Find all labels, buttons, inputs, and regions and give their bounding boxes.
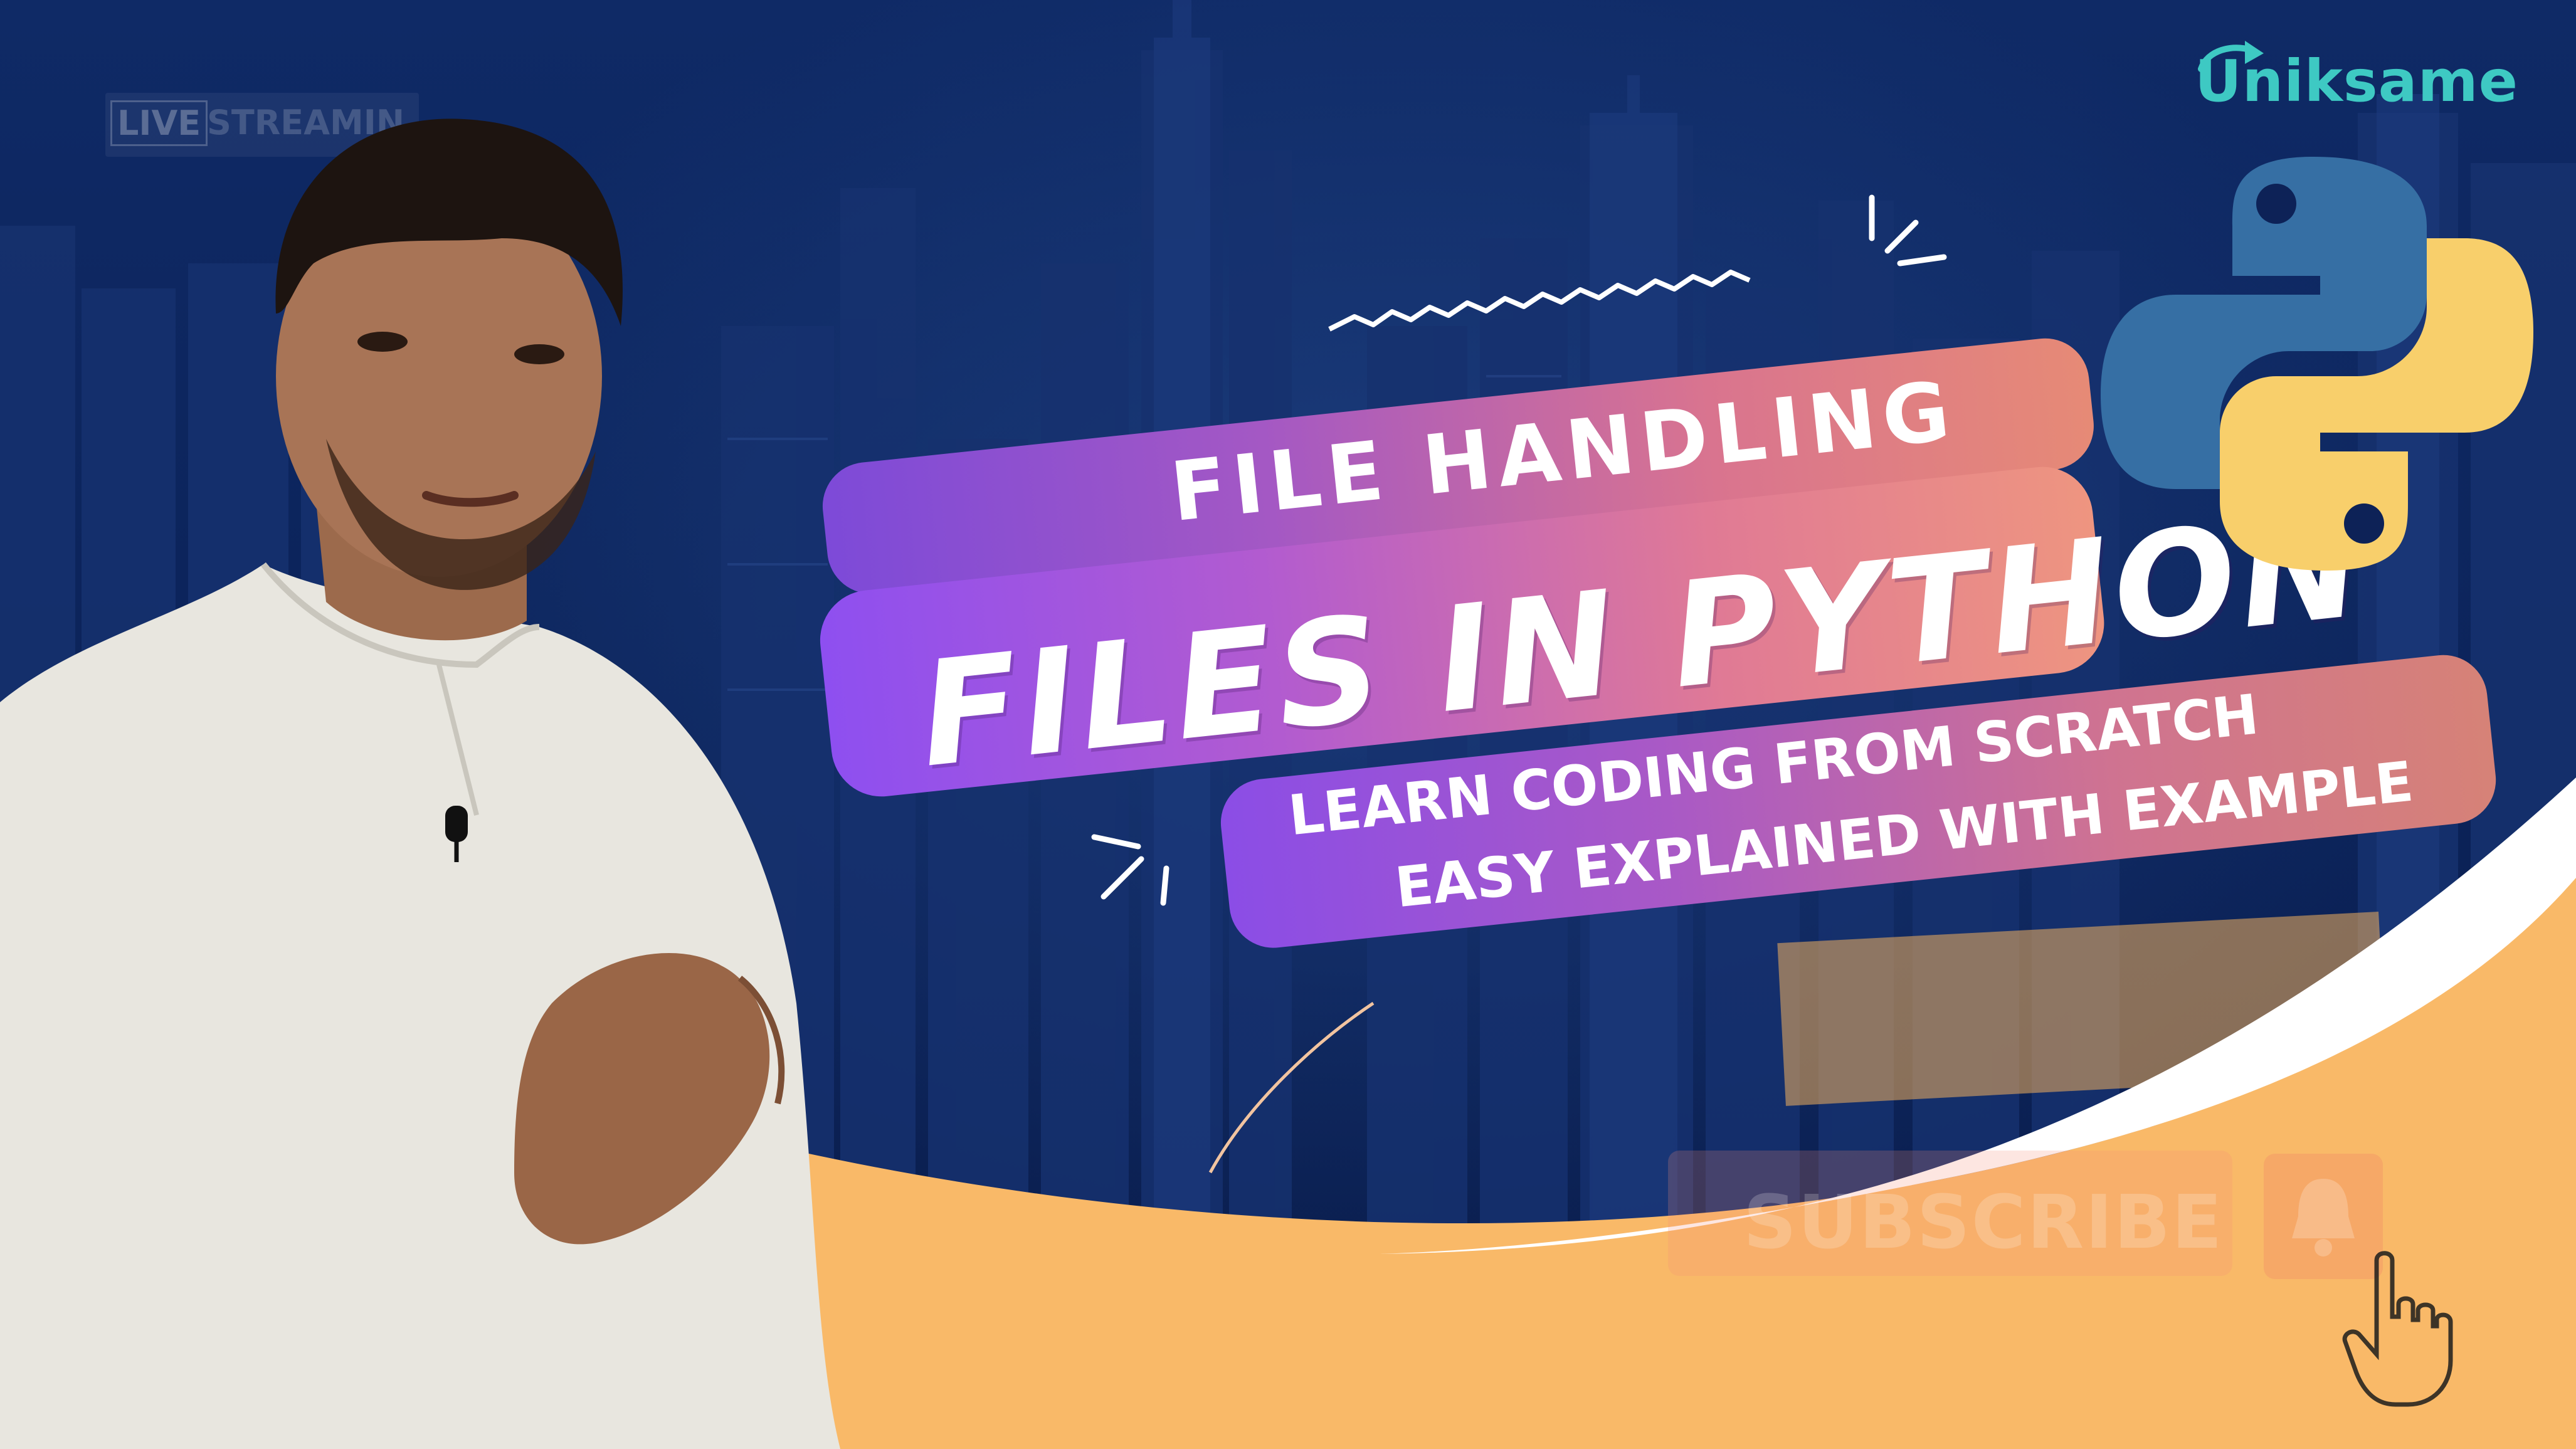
- thumbnail-scene: LIVE STREAMIN SUBSCRIBE FILE HANDLING FI…: [0, 0, 2576, 1449]
- presenter-person: [0, 119, 840, 1449]
